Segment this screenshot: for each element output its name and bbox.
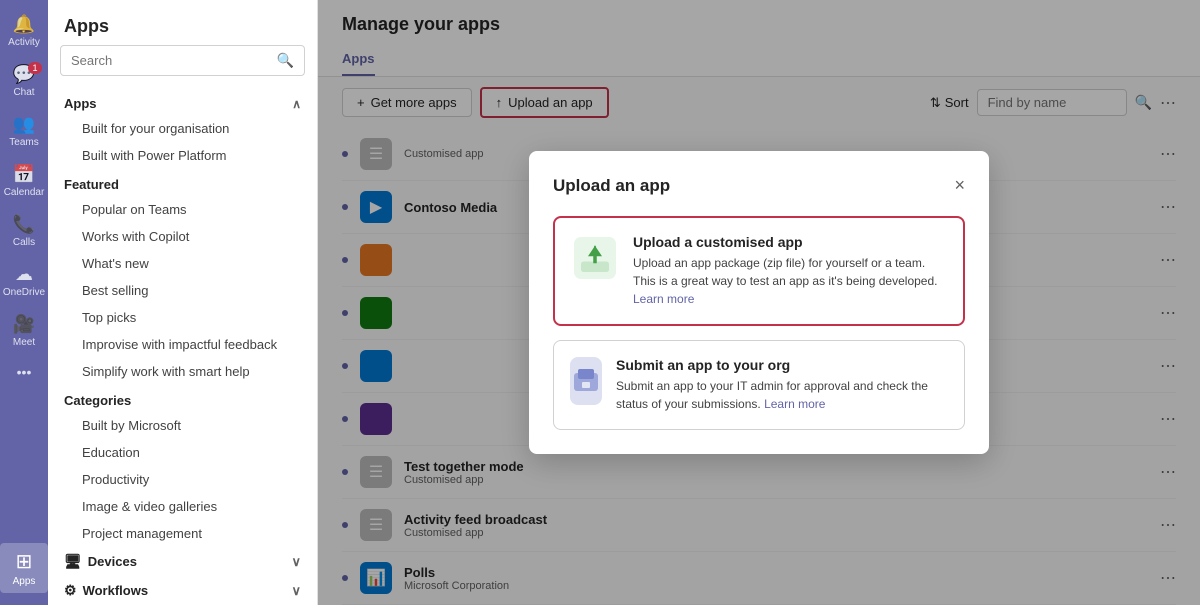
apps-section-header[interactable]: Apps ∧	[48, 88, 317, 115]
nav-top-picks[interactable]: Top picks	[54, 304, 311, 331]
learn-more-link-1[interactable]: Learn more	[633, 292, 694, 306]
nav-image-video[interactable]: Image & video galleries	[54, 493, 311, 520]
modal-title: Upload an app	[553, 176, 670, 196]
apps-section-label: Apps	[64, 96, 97, 111]
nav-popular-teams[interactable]: Popular on Teams	[54, 196, 311, 223]
devices-chevron-icon: ∨	[291, 554, 301, 570]
submit-app-title: Submit an app to your org	[616, 357, 948, 373]
workflows-icon: ⚙	[64, 582, 77, 599]
nav-best-selling[interactable]: Best selling	[54, 277, 311, 304]
categories-section-header[interactable]: Categories	[48, 385, 317, 412]
nav-project-mgmt[interactable]: Project management	[54, 520, 311, 547]
featured-section-header[interactable]: Featured	[48, 169, 317, 196]
categories-section-label: Categories	[64, 393, 131, 408]
submit-app-desc: Submit an app to your IT admin for appro…	[616, 377, 948, 413]
sidebar-title: Apps	[48, 0, 317, 45]
rail-label-calendar: Calendar	[4, 187, 45, 198]
nav-whats-new[interactable]: What's new	[54, 250, 311, 277]
modal-header: Upload an app ×	[553, 175, 965, 196]
devices-icon: 🖥	[64, 553, 82, 570]
rail-label-calls: Calls	[13, 237, 35, 248]
submit-app-icon	[570, 357, 602, 405]
nav-improvise[interactable]: Improvise with impactful feedback	[54, 331, 311, 358]
upload-customised-app-option[interactable]: Upload a customised app Upload an app pa…	[553, 216, 965, 326]
rail-item-more[interactable]: •••	[0, 358, 48, 388]
activity-icon: 🔔	[13, 14, 35, 35]
teams-icon: 👥	[13, 114, 35, 135]
rail-label-activity: Activity	[8, 37, 40, 48]
rail-item-calls[interactable]: 📞 Calls	[0, 208, 48, 254]
workflows-label: Workflows	[83, 583, 149, 598]
rail-item-onedrive[interactable]: ☁ OneDrive	[0, 258, 48, 304]
search-icon: 🔍	[277, 52, 294, 69]
apps-chevron-icon: ∧	[292, 97, 301, 111]
nav-rail: 🔔 Activity 💬 Chat 1 👥 Teams 📅 Calendar 📞…	[0, 0, 48, 605]
upload-customised-icon	[571, 234, 619, 282]
onedrive-icon: ☁	[15, 264, 33, 285]
upload-app-modal: Upload an app × Upload a customised app	[529, 151, 989, 454]
rail-item-teams[interactable]: 👥 Teams	[0, 108, 48, 154]
more-icon: •••	[17, 364, 32, 380]
rail-item-apps[interactable]: ⊞ Apps	[0, 543, 48, 593]
rail-label-meet: Meet	[13, 337, 35, 348]
rail-label-onedrive: OneDrive	[3, 287, 45, 298]
nav-works-copilot[interactable]: Works with Copilot	[54, 223, 311, 250]
submit-app-option[interactable]: Submit an app to your org Submit an app …	[553, 340, 965, 430]
devices-label: Devices	[88, 554, 137, 569]
devices-section-header[interactable]: 🖥 Devices ∨	[48, 547, 317, 576]
search-container[interactable]: 🔍	[60, 45, 305, 76]
rail-label-apps: Apps	[13, 576, 36, 587]
rail-label-chat: Chat	[13, 87, 34, 98]
submit-app-text: Submit an app to your org Submit an app …	[616, 357, 948, 413]
featured-section-label: Featured	[64, 177, 119, 192]
nav-built-microsoft[interactable]: Built by Microsoft	[54, 412, 311, 439]
apps-icon: ⊞	[16, 549, 33, 574]
calendar-icon: 📅	[13, 164, 35, 185]
nav-education[interactable]: Education	[54, 439, 311, 466]
workflows-section-header[interactable]: ⚙ Workflows ∨	[48, 576, 317, 605]
rail-item-activity[interactable]: 🔔 Activity	[0, 8, 48, 54]
nav-built-with-power[interactable]: Built with Power Platform	[54, 142, 311, 169]
meet-icon: 🎥	[13, 314, 35, 335]
rail-item-chat[interactable]: 💬 Chat 1	[0, 58, 48, 104]
rail-item-meet[interactable]: 🎥 Meet	[0, 308, 48, 354]
nav-productivity[interactable]: Productivity	[54, 466, 311, 493]
rail-item-calendar[interactable]: 📅 Calendar	[0, 158, 48, 204]
upload-customised-desc: Upload an app package (zip file) for you…	[633, 254, 947, 308]
upload-customised-text: Upload a customised app Upload an app pa…	[633, 234, 947, 308]
upload-customised-title: Upload a customised app	[633, 234, 947, 250]
search-input[interactable]	[71, 53, 271, 68]
modal-close-button[interactable]: ×	[954, 175, 965, 196]
rail-label-teams: Teams	[9, 137, 38, 148]
nav-built-for-org[interactable]: Built for your organisation	[54, 115, 311, 142]
calls-icon: 📞	[13, 214, 35, 235]
sidebar: Apps 🔍 Apps ∧ Built for your organisatio…	[48, 0, 318, 605]
workflows-chevron-icon: ∨	[291, 583, 301, 599]
chat-badge: 1	[28, 62, 42, 74]
main-content: Manage your apps Apps + Get more apps ↑ …	[318, 0, 1200, 605]
modal-overlay: Upload an app × Upload a customised app	[318, 0, 1200, 605]
nav-simplify[interactable]: Simplify work with smart help	[54, 358, 311, 385]
learn-more-link-2[interactable]: Learn more	[764, 397, 825, 411]
